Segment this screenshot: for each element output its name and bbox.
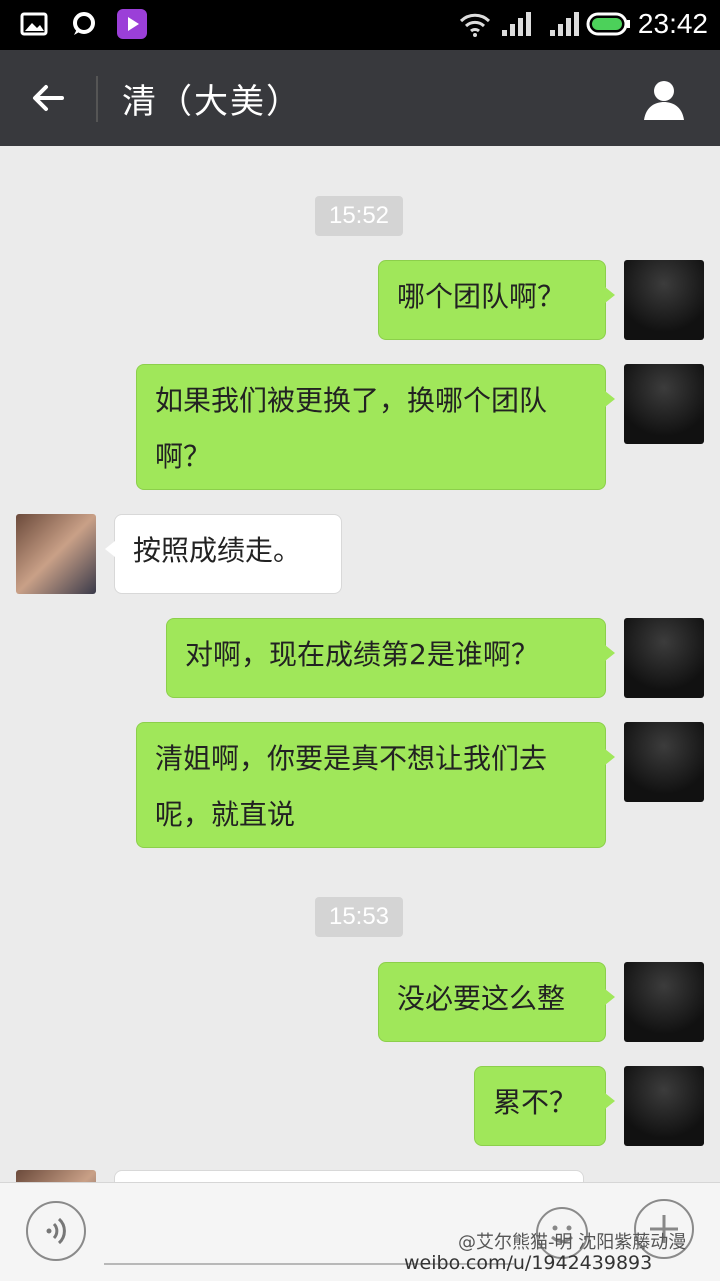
my-avatar[interactable] xyxy=(624,1066,704,1146)
incoming-message[interactable]: 按照成绩走。 xyxy=(105,514,342,594)
outgoing-message[interactable]: 哪个团队啊？ xyxy=(378,260,615,340)
status-bar: 23:42 xyxy=(0,0,720,50)
my-avatar[interactable] xyxy=(624,260,704,340)
outgoing-message[interactable]: 没必要这么整 xyxy=(378,962,615,1042)
timestamp: 15:52 xyxy=(315,196,403,236)
contact-avatar[interactable] xyxy=(16,1170,96,1182)
status-time: 23:42 xyxy=(637,8,708,39)
message-list[interactable]: 15:52 哪个团队啊？ 如果我们被更换了，换哪个团队啊？ 按照成绩走。 对啊，… xyxy=(0,146,720,1182)
timestamp: 15:53 xyxy=(315,897,403,937)
chat-notification-icon xyxy=(73,12,95,35)
outgoing-message[interactable]: 清姐啊，你要是真不想让我们去呢，就直说 xyxy=(136,722,615,848)
my-avatar[interactable] xyxy=(624,962,704,1042)
my-avatar[interactable] xyxy=(624,722,704,802)
back-arrow-icon[interactable] xyxy=(28,78,68,118)
contact-profile-icon[interactable] xyxy=(642,78,686,122)
outgoing-message[interactable]: 如果我们被更换了，换哪个团队啊？ xyxy=(136,364,615,490)
battery-icon xyxy=(586,12,630,36)
wifi-icon xyxy=(459,13,491,37)
voice-input-button[interactable] xyxy=(26,1201,86,1261)
watermark-author: @艾尔熊猫-明 沈阳紫藤动漫 xyxy=(458,1232,687,1253)
gallery-icon xyxy=(20,12,48,36)
chat-title: 清（大美） xyxy=(122,82,302,122)
voice-icon xyxy=(46,1217,66,1245)
contact-avatar[interactable] xyxy=(16,514,96,594)
my-avatar[interactable] xyxy=(624,618,704,698)
signal-icon-1 xyxy=(502,12,531,36)
outgoing-message[interactable]: 对啊，现在成绩第2是谁啊？ xyxy=(166,618,615,698)
chat-header: 清（大美） xyxy=(0,50,720,146)
outgoing-message[interactable]: 累不？ xyxy=(474,1066,615,1146)
watermark-url: weibo.com/u/1942439893 xyxy=(404,1252,653,1274)
video-app-icon xyxy=(117,9,147,39)
incoming-message-partial[interactable] xyxy=(114,1170,584,1182)
signal-icon-2 xyxy=(550,12,579,36)
header-divider xyxy=(96,76,98,122)
my-avatar[interactable] xyxy=(624,364,704,444)
